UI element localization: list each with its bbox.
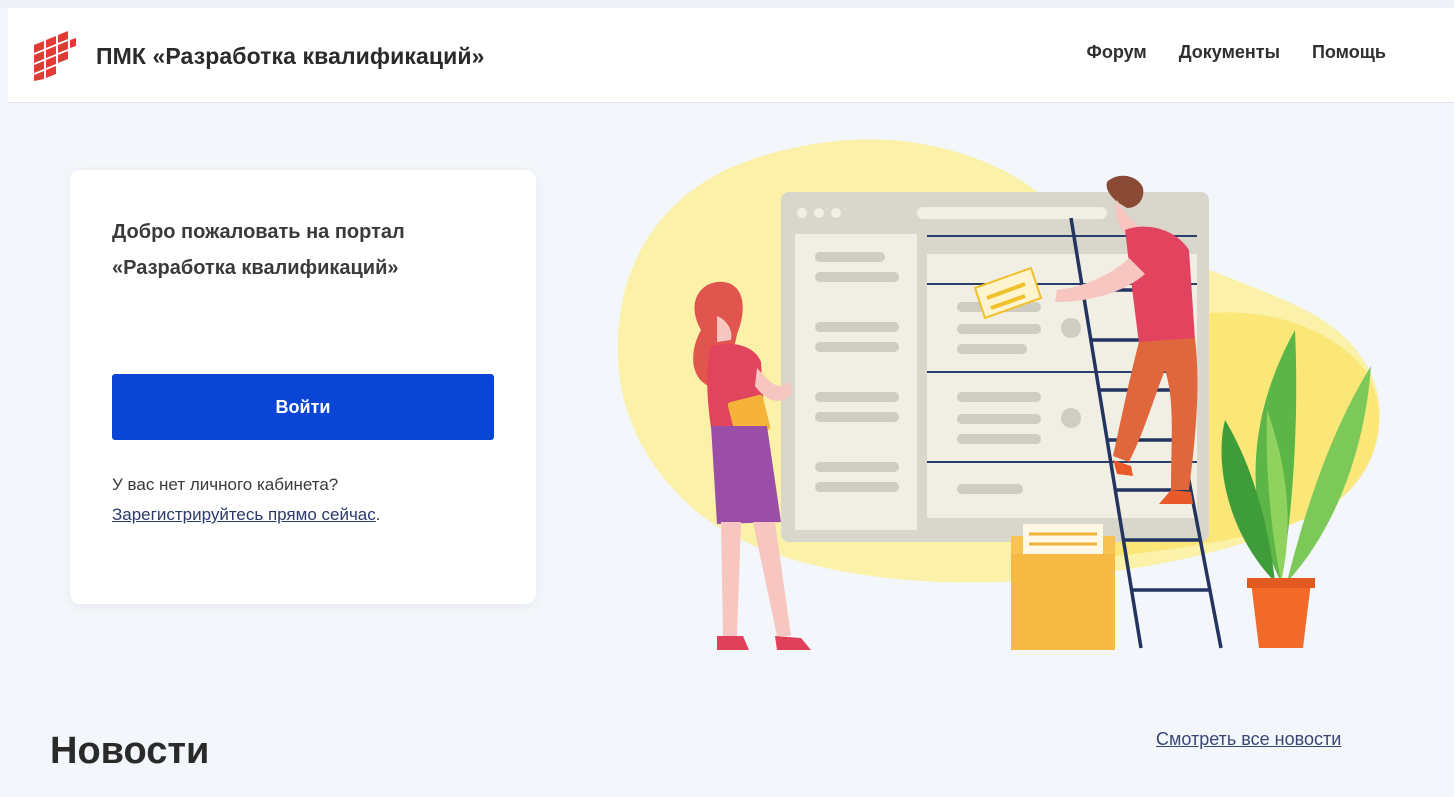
nav-forum[interactable]: Форум (1087, 42, 1147, 63)
no-account-text: У вас нет личного кабинета? (112, 475, 339, 494)
red-brick-logo-icon[interactable] (32, 31, 76, 81)
no-account-block: У вас нет личного кабинета? Зарегистриру… (112, 470, 381, 530)
hero-illustration (617, 139, 1380, 650)
news-title: Новости (50, 730, 210, 772)
register-line: Зарегистрируйтесь прямо сейчас. (112, 500, 381, 530)
all-news-link[interactable]: Смотреть все новости (1156, 729, 1341, 750)
welcome-text: Добро пожаловать на портал «Разработка к… (112, 214, 492, 286)
top-strip (0, 0, 1454, 8)
nav-help[interactable]: Помощь (1312, 42, 1386, 63)
main-nav: Форум Документы Помощь (1087, 42, 1386, 63)
welcome-line-1: Добро пожаловать на портал (112, 221, 405, 243)
register-link[interactable]: Зарегистрируйтесь прямо сейчас (112, 505, 376, 524)
nav-documents[interactable]: Документы (1179, 42, 1280, 63)
login-button[interactable]: Войти (112, 374, 494, 440)
site-header: ПМК «Разработка квалификаций» Форум Доку… (8, 8, 1454, 103)
login-card: Добро пожаловать на портал «Разработка к… (70, 170, 536, 604)
welcome-line-2: «Разработка квалификаций» (112, 257, 399, 279)
register-suffix: . (375, 505, 381, 524)
brand-title[interactable]: ПМК «Разработка квалификаций» (96, 43, 485, 70)
